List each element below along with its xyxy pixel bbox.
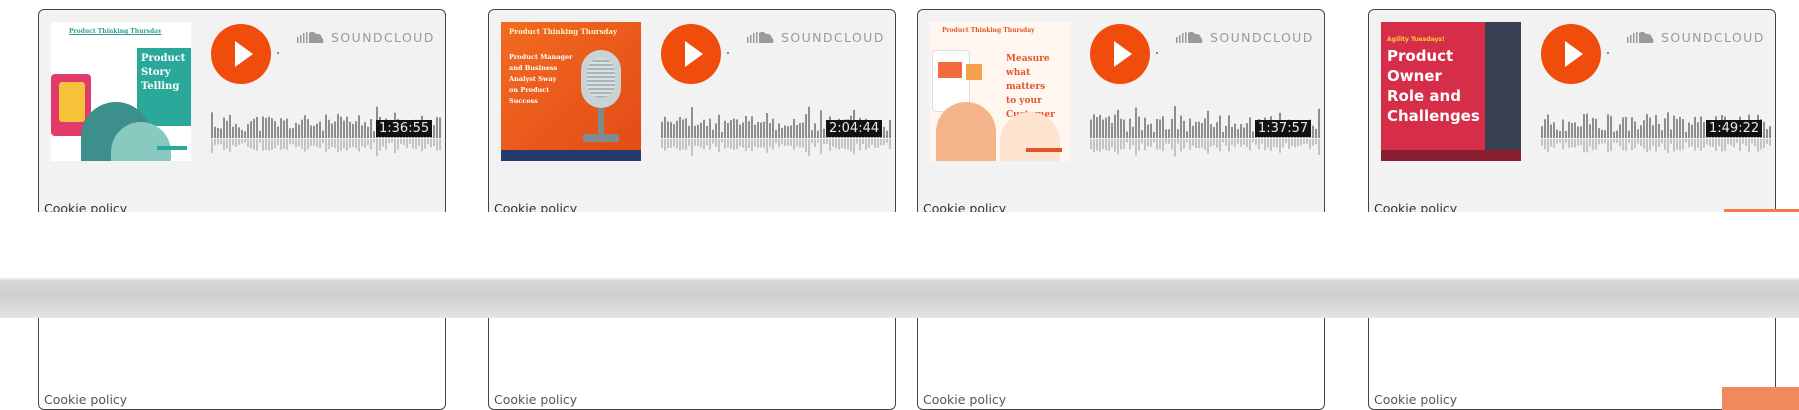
artwork-title-line: on Product [509,86,550,94]
track-duration: 2:04:44 [826,120,883,137]
play-button[interactable] [661,24,721,84]
cookie-policy-link[interactable]: Cookie policy [923,392,1006,407]
artwork-header: Product Thinking Thursday [509,27,618,36]
track-artwork[interactable]: Product Thinking Thursday Measure what m… [930,22,1070,161]
play-icon [1565,41,1583,67]
embed-row-bottom: Cookie policy Cookie policy Cookie polic… [0,318,1799,410]
brand-label: SOUNDCLOUD [1661,29,1765,45]
separator-dot [1607,52,1609,54]
soundcloud-logo-icon [1176,31,1203,43]
cookie-policy-link[interactable]: Cookie policy [1374,392,1457,407]
embed-row-top: Product Thinking Thursday Product Story … [0,0,1799,212]
separator-band [0,280,1799,318]
artwork-title-line: Analyst Sway [509,75,557,83]
soundcloud-embed-card: Cookie policy [917,318,1325,410]
artwork-title-line: Product Manager [509,53,573,61]
soundcloud-logo-icon [1627,31,1654,43]
play-icon [1114,41,1132,67]
cookie-policy-link[interactable]: Cookie policy [494,392,577,407]
track-artwork[interactable]: Product Thinking Thursday Product Manage… [501,22,641,161]
play-icon [235,41,253,67]
soundcloud-logo[interactable]: SOUNDCLOUD [747,27,885,47]
artwork-title-line: to your [1006,96,1042,106]
play-button[interactable] [1541,24,1601,84]
separator-dot [1156,52,1158,54]
soundcloud-embed-card: Product Thinking Thursday Product Manage… [488,9,896,212]
brand-label: SOUNDCLOUD [781,29,885,45]
soundcloud-logo[interactable]: SOUNDCLOUD [1176,27,1314,47]
play-icon [685,41,703,67]
track-duration: 1:37:57 [1255,120,1312,137]
artwork-title-line: and Business [509,64,558,72]
artwork-title-line: Product [1387,47,1454,65]
soundcloud-embed-card: Cookie policy [38,318,446,410]
artwork-title-line: Telling [141,81,180,92]
soundcloud-embed-card: Product Thinking Thursday Product Story … [38,9,446,212]
soundcloud-logo[interactable]: SOUNDCLOUD [1627,27,1765,47]
brand-label: SOUNDCLOUD [1210,29,1314,45]
track-artwork[interactable]: Agility Tuesdays! Product Owner Role and… [1381,22,1521,161]
artwork-title-line: Story [141,67,171,78]
soundcloud-logo-icon [297,31,324,43]
artwork-title-line: Product [141,53,186,64]
artwork-title-line: Role and [1387,87,1461,105]
soundcloud-embed-card: Agility Tuesdays! Product Owner Role and… [1368,9,1776,212]
artwork-header: Product Thinking Thursday [942,27,1035,34]
soundcloud-embed-card: Cookie policy [488,318,896,410]
play-button[interactable] [1090,24,1150,84]
soundcloud-logo-icon [747,31,774,43]
artwork-header: Product Thinking Thursday [69,28,162,35]
soundcloud-embed-card: Cookie policy [1368,318,1776,410]
cookie-policy-link[interactable]: Cookie policy [494,201,577,212]
track-duration: 1:36:55 [376,120,433,137]
cookie-policy-link[interactable]: Cookie policy [923,201,1006,212]
artwork-header: Agility Tuesdays! [1387,36,1445,43]
artwork-title-line: Owner [1387,67,1442,85]
artwork-title-line: matters [1006,82,1046,92]
separator-dot [277,52,279,54]
play-button[interactable] [211,24,271,84]
artwork-title-line: Success [509,97,538,105]
scroll-to-top-button-edge[interactable] [1724,209,1799,212]
cookie-policy-link[interactable]: Cookie policy [44,392,127,407]
track-duration: 1:49:22 [1706,120,1763,137]
artwork-title-line: what [1006,68,1031,78]
soundcloud-embed-card: Product Thinking Thursday Measure what m… [917,9,1325,212]
cookie-policy-link[interactable]: Cookie policy [44,201,127,212]
track-artwork[interactable]: Product Thinking Thursday Product Story … [51,22,191,161]
artwork-title-line: Challenges [1387,107,1480,125]
scroll-to-top-button[interactable] [1722,387,1799,410]
soundcloud-logo[interactable]: SOUNDCLOUD [297,27,435,47]
cookie-policy-link[interactable]: Cookie policy [1374,201,1457,212]
artwork-title-line: Measure [1006,54,1050,64]
brand-label: SOUNDCLOUD [331,29,435,45]
separator-dot [727,52,729,54]
